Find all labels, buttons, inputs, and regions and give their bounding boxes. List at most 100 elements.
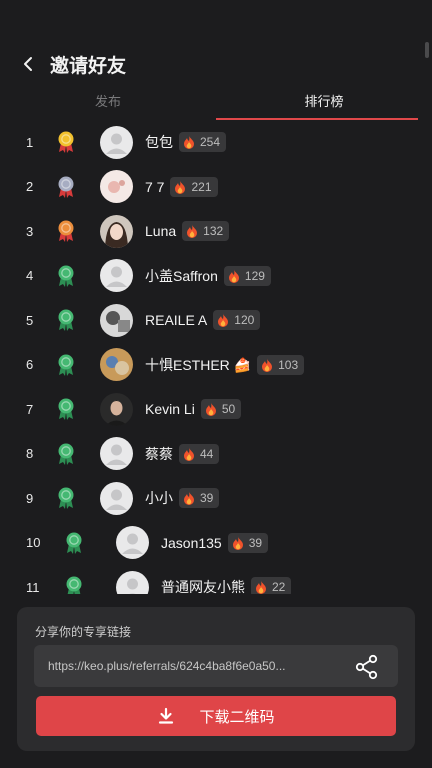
fire-icon [183,447,195,461]
score-badge: 22 [251,577,292,594]
user-name[interactable]: 包包 [145,132,173,152]
download-icon [159,707,174,724]
rank-number: 9 [26,490,34,506]
score-badge: 39 [227,532,269,553]
rank-number: 1 [26,134,34,150]
leaderboard-row[interactable]: 7 Kevin Li 50 [0,387,432,431]
bronze-medal-icon [54,219,78,243]
leaderboard-row[interactable]: 10 Jason135 39 [0,521,432,565]
rank-number: 11 [26,579,40,595]
tab-publish[interactable]: 发布 [0,88,216,120]
user-name[interactable]: Kevin Li [145,401,195,417]
score-value: 103 [278,357,299,372]
green-medal-icon [54,308,78,332]
user-name[interactable]: 小盖Saffron [145,266,218,286]
user-name[interactable]: 小小 [145,488,173,508]
rank-number: 3 [26,223,34,239]
green-medal-icon [54,442,78,466]
leaderboard-row[interactable]: 1 包包 254 [0,120,432,164]
user-name[interactable]: 普通网友小熊 [161,577,245,594]
avatar[interactable] [100,214,133,248]
fire-icon [205,402,217,416]
referral-link-box[interactable]: https://keo.plus/referrals/624c4ba8f6e0a… [34,645,398,687]
avatar[interactable] [100,437,133,470]
header: 邀请好友 [0,44,432,84]
share-title: 分享你的专享链接 [35,625,132,639]
chevron-left-icon [24,57,32,71]
score-badge: 44 [179,443,220,464]
leaderboard-row[interactable]: 5 REAILE A 120 [0,298,432,342]
score-badge: 50 [200,399,242,419]
green-medal-icon [54,353,78,377]
referral-link[interactable]: https://keo.plus/referrals/624c4ba8f6e0a… [48,659,348,673]
leaderboard-row[interactable]: 11 普通网友小熊 22 [0,565,432,594]
avatar[interactable] [100,259,133,292]
green-medal-icon [54,264,78,288]
download-label: 下载二维码 [199,708,275,726]
avatar[interactable] [100,348,133,381]
back-button[interactable] [18,54,38,74]
rank-number: 8 [26,446,34,461]
page-title: 邀请好友 [50,55,127,77]
tab-bar: 发布 排行榜 [0,88,432,120]
avatar[interactable] [100,303,133,337]
avatar[interactable] [100,170,133,203]
green-medal-icon [62,575,86,594]
rank-number: 2 [26,179,34,194]
fire-icon [217,313,229,327]
score-value: 120 [234,313,255,327]
share-icon[interactable] [354,654,380,680]
silver-medal-icon [54,175,78,199]
score-badge: 254 [179,132,227,152]
score-value: 50 [221,402,236,416]
avatar[interactable] [100,392,133,426]
score-value: 254 [200,135,221,149]
fire-icon [183,491,195,505]
user-name[interactable]: Luna [145,223,176,239]
green-medal-icon [54,397,78,421]
score-value: 39 [200,491,214,505]
tab-leaderboard[interactable]: 排行榜 [216,88,432,120]
rank-number: 7 [26,401,34,417]
score-value: 39 [248,535,263,550]
rank-number: 4 [26,268,34,283]
fire-icon [183,135,195,149]
fire-icon [255,580,267,594]
user-name[interactable]: 十惧ESTHER 🍰 [145,355,251,375]
user-name[interactable]: REAILE A [145,312,207,328]
user-name[interactable]: 蔡蔡 [145,444,173,464]
gold-medal-icon [54,130,78,154]
score-badge: 221 [170,176,218,197]
leaderboard-row[interactable]: 9 小小 39 [0,476,432,520]
download-qr-button[interactable]: 下载二维码 [36,696,396,736]
leaderboard-row[interactable]: 8 蔡蔡 44 [0,432,432,476]
avatar[interactable] [116,570,149,594]
fire-icon [186,224,198,238]
leaderboard-row[interactable]: 4 小盖Saffron 129 [0,254,432,298]
green-medal-icon [62,531,86,555]
fire-icon [228,269,240,283]
avatar[interactable] [116,526,149,559]
share-panel: 分享你的专享链接 https://keo.plus/referrals/624c… [17,607,415,751]
score-badge: 132 [182,221,230,241]
score-value: 129 [244,268,265,283]
score-badge: 103 [257,354,305,375]
fire-icon [174,180,186,194]
score-badge: 129 [223,265,271,286]
rank-number: 6 [26,357,34,372]
leaderboard-row[interactable]: 3 Luna 132 [0,209,432,253]
fire-icon [261,358,273,372]
leaderboard-row[interactable]: 2 7 7 221 [0,165,432,209]
score-value: 221 [191,179,212,194]
score-badge: 120 [213,310,261,330]
score-value: 44 [200,446,214,461]
user-name[interactable]: 7 7 [145,179,164,195]
score-value: 132 [203,224,224,238]
green-medal-icon [54,486,78,510]
avatar[interactable] [100,481,133,515]
leaderboard-row[interactable]: 6 十惧ESTHER 🍰 103 [0,343,432,387]
leaderboard-list[interactable]: 1 包包 254 2 7 7 221 3 Luna 132 4 小盖Saffron 129 5 REAIL… [0,120,432,594]
fire-icon [232,536,244,550]
avatar[interactable] [100,125,133,159]
user-name[interactable]: Jason135 [161,535,222,551]
